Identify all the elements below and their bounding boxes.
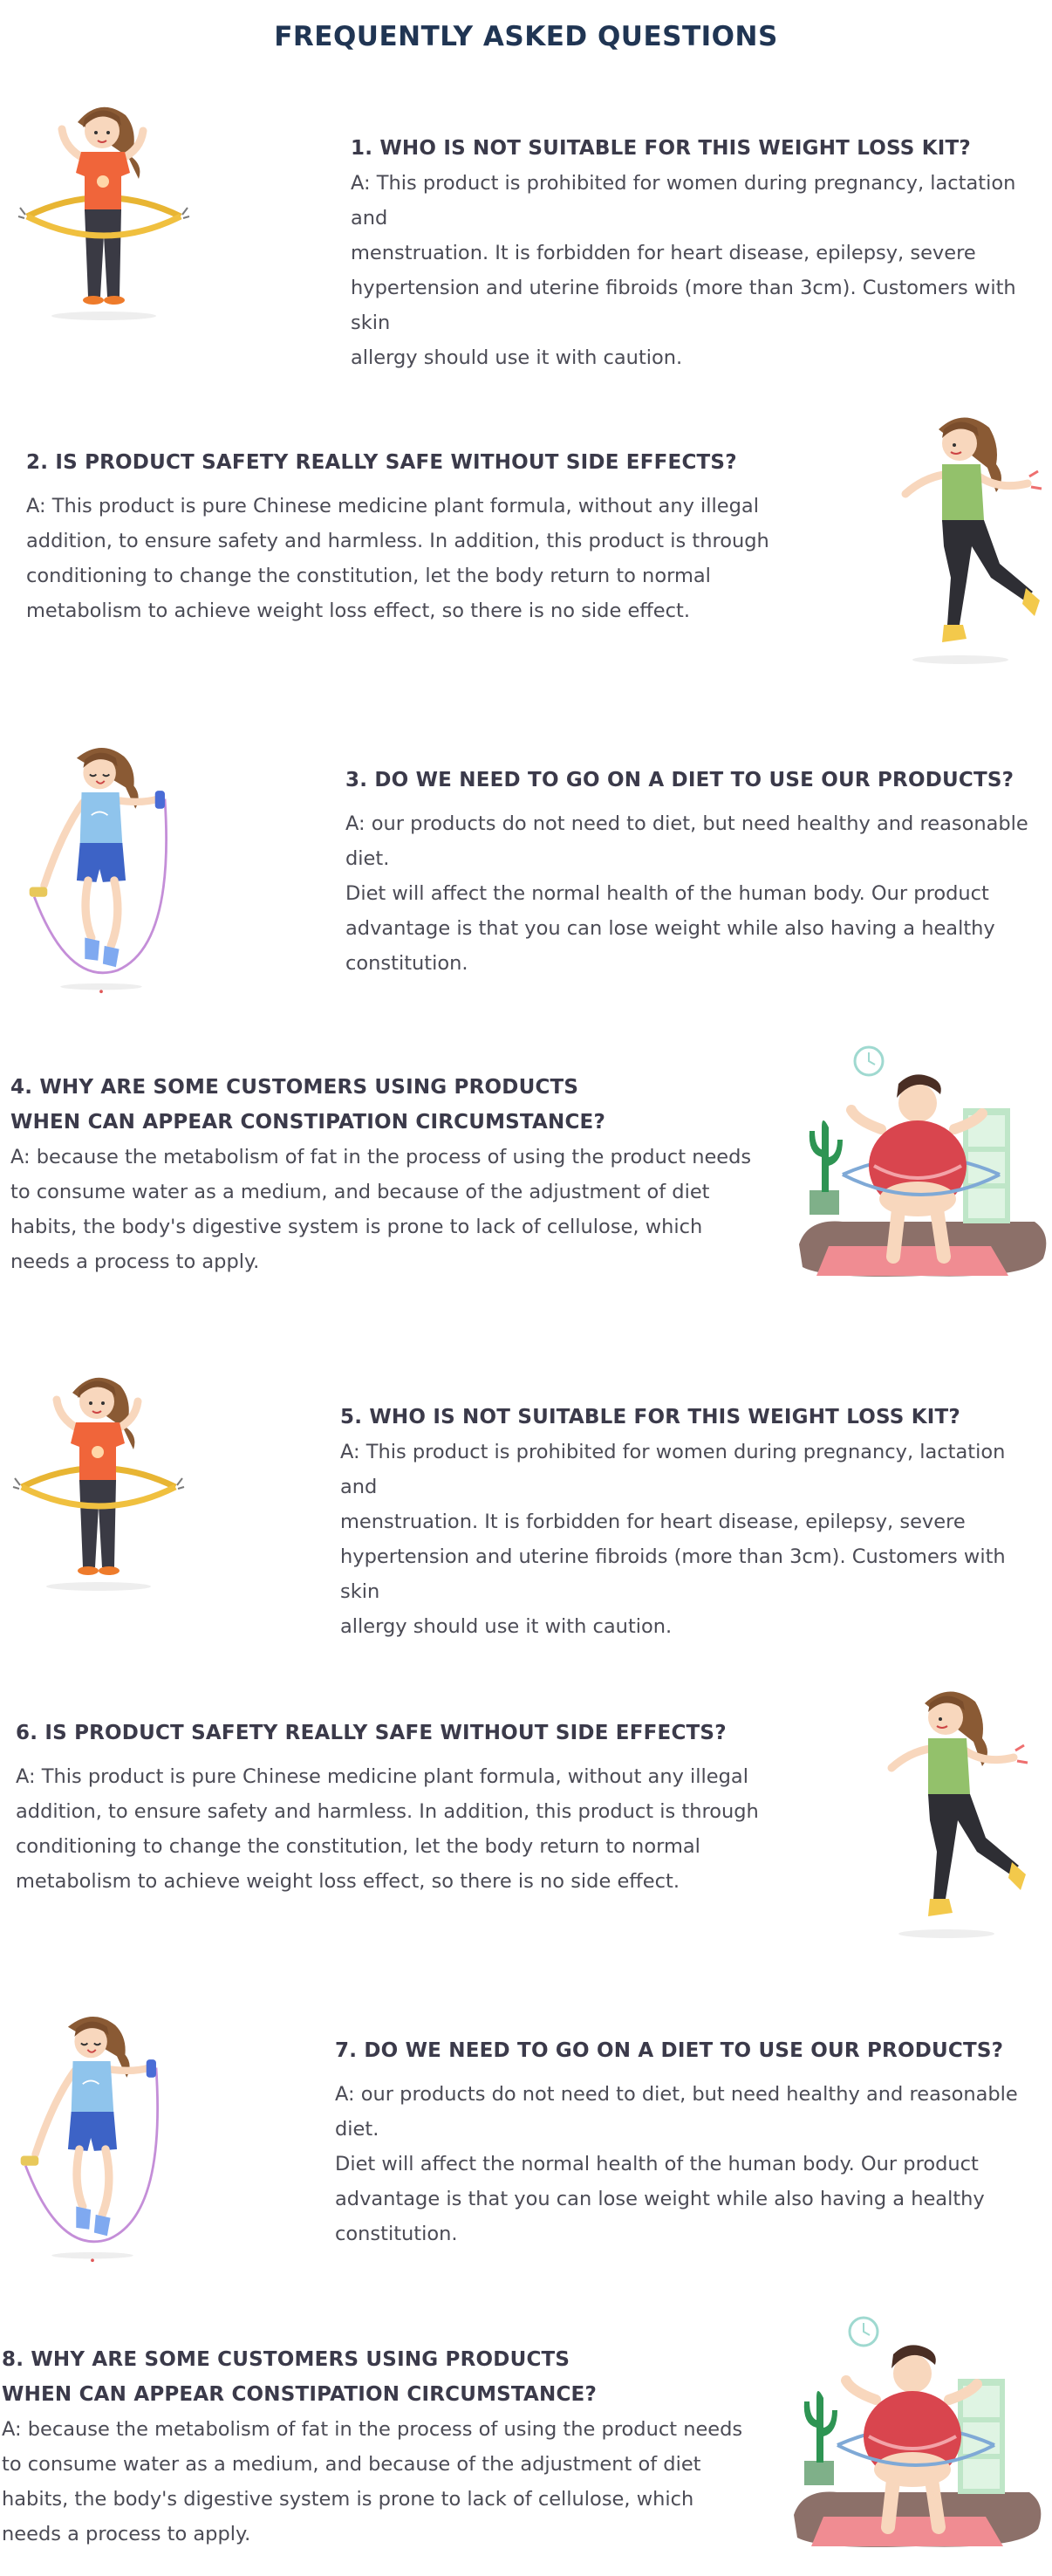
- woman-hula-hoop-icon: [12, 96, 195, 323]
- woman-running-icon: [869, 407, 1043, 668]
- faq-question: 6. IS PRODUCT SAFETY REALLY SAFE WITHOUT…: [16, 1722, 727, 1744]
- woman-jump-rope-icon: [14, 742, 188, 995]
- faq-item-5: 5. WHO IS NOT SUITABLE FOR THIS WEIGHT L…: [340, 1400, 1038, 1644]
- woman-hula-hoop-icon: [7, 1367, 190, 1593]
- woman-jump-rope-icon: [5, 2011, 180, 2264]
- faq-answer: A: because the metabolism of fat in the …: [10, 1146, 752, 1273]
- faq-item-6: 6. IS PRODUCT SAFETY REALLY SAFE WITHOUT…: [16, 1716, 766, 1899]
- faq-question: 1. WHO IS NOT SUITABLE FOR THIS WEIGHT L…: [351, 137, 971, 160]
- faq-question: 5. WHO IS NOT SUITABLE FOR THIS WEIGHT L…: [340, 1406, 960, 1428]
- woman-running-icon: [855, 1681, 1029, 1942]
- faq-item-2: 2. IS PRODUCT SAFETY REALLY SAFE WITHOUT…: [26, 445, 776, 628]
- faq-item-7: 7. DO WE NEED TO GO ON A DIET TO USE OUR…: [335, 2033, 1042, 2251]
- faq-answer: A: because the metabolism of fat in the …: [2, 2418, 743, 2545]
- faq-answer: A: This product is pure Chinese medicine…: [26, 495, 769, 622]
- faq-question: 7. DO WE NEED TO GO ON A DIET TO USE OUR…: [335, 2039, 1004, 2062]
- faq-question: 4. WHY ARE SOME CUSTOMERS USING PRODUCTS…: [10, 1076, 606, 1134]
- faq-question: 2. IS PRODUCT SAFETY REALLY SAFE WITHOUT…: [26, 451, 737, 474]
- faq-question: 3. DO WE NEED TO GO ON A DIET TO USE OUR…: [345, 769, 1014, 791]
- faq-item-4: 4. WHY ARE SOME CUSTOMERS USING PRODUCTS…: [10, 1070, 761, 1279]
- faq-answer: A: our products do not need to diet, but…: [345, 812, 1028, 975]
- page-title: FREQUENTLY ASKED QUESTIONS: [274, 20, 778, 52]
- faq-question: 8. WHY ARE SOME CUSTOMERS USING PRODUCTS…: [2, 2348, 598, 2406]
- woman-hula-hoop-room-icon: [785, 2314, 1047, 2576]
- faq-answer: A: This product is prohibited for women …: [340, 1441, 1006, 1638]
- faq-answer: A: This product is prohibited for women …: [351, 172, 1016, 369]
- faq-answer: A: This product is pure Chinese medicine…: [16, 1765, 759, 1893]
- faq-item-8: 8. WHY ARE SOME CUSTOMERS USING PRODUCTS…: [2, 2342, 752, 2552]
- faq-answer: A: our products do not need to diet, but…: [335, 2083, 1018, 2245]
- faq-item-1: 1. WHO IS NOT SUITABLE FOR THIS WEIGHT L…: [351, 131, 1040, 375]
- faq-item-3: 3. DO WE NEED TO GO ON A DIET TO USE OUR…: [345, 763, 1043, 981]
- woman-hula-hoop-room-icon: [790, 1044, 1052, 1305]
